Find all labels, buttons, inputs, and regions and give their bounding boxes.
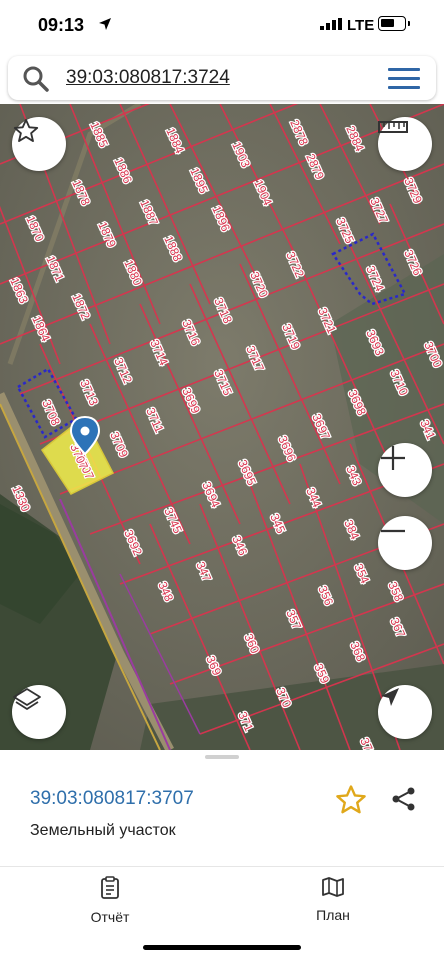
tab-report[interactable]: Отчёт (50, 876, 170, 925)
location-arrow-icon (99, 18, 111, 30)
map-plan-icon (322, 877, 344, 897)
battery-icon (378, 16, 406, 31)
network-type: LTE (347, 17, 375, 34)
cadastral-number[interactable]: 39:03:080817:3707 (30, 788, 194, 810)
zoom-out-icon (381, 529, 405, 533)
parcel-sheet[interactable]: 39:03:080817:3707 Земельный участок Отчё… (0, 750, 444, 960)
report-icon (101, 876, 119, 899)
favorite-star-icon[interactable] (334, 783, 368, 817)
cadastral-map[interactable]: 1885 1884 19032878 288418861878 1895 28793729… (0, 104, 444, 750)
tab-plan[interactable]: План (273, 876, 393, 923)
share-icon[interactable] (390, 785, 418, 813)
status-time: 09:13 (38, 15, 85, 35)
star-outline-icon (13, 118, 39, 142)
tab-plan-label: План (316, 907, 350, 923)
zoom-in-button[interactable] (378, 443, 432, 497)
sheet-handle[interactable] (205, 755, 239, 759)
tab-report-label: Отчёт (90, 909, 130, 925)
home-indicator (143, 945, 301, 950)
signal-icon (320, 18, 342, 30)
sheet-divider (0, 866, 444, 867)
layers-icon (13, 688, 41, 710)
zoom-out-button[interactable] (378, 516, 432, 570)
status-bar: 09:13 LTE (0, 0, 444, 52)
favorite-button[interactable] (12, 117, 66, 171)
navigate-icon (381, 688, 399, 706)
my-location-button[interactable] (378, 685, 432, 739)
zoom-in-icon (381, 446, 405, 470)
menu-icon[interactable] (388, 68, 420, 90)
layers-button[interactable] (12, 685, 66, 739)
search-input[interactable]: 39:03:080817:3724 (66, 67, 230, 89)
battery-tip (408, 21, 410, 26)
search-icon[interactable] (22, 65, 50, 93)
ruler-button[interactable] (378, 117, 432, 171)
parcel-type: Земельный участок (30, 822, 176, 839)
search-bar[interactable]: 39:03:080817:3724 (8, 56, 436, 100)
ruler-icon (378, 121, 408, 133)
map-view[interactable]: 1885 1884 1903 2878 2884 1886 1878 1895 2879 3729… (0, 104, 444, 750)
